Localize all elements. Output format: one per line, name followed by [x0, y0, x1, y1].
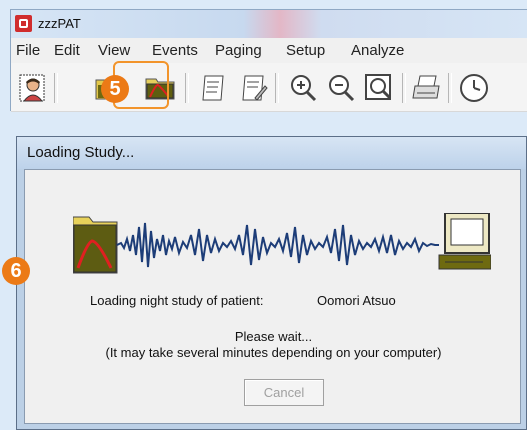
loading-study-dialog: Loading Study... Loading night study of … [16, 136, 527, 430]
toolbar-separator [275, 73, 279, 103]
signal-waveform [116, 222, 439, 268]
toolbar-separator [185, 73, 189, 103]
please-wait-text: Please wait... [234, 329, 313, 344]
dialog-body: Loading night study of patient: Oomori A… [24, 169, 521, 424]
report-icon[interactable] [197, 72, 229, 104]
dialog-title: Loading Study... [27, 144, 135, 161]
menu-bar: File Edit View Events Paging Setup Analy… [11, 38, 527, 63]
computer-icon [438, 213, 491, 270]
report-edit-icon[interactable] [237, 72, 269, 104]
clock-icon[interactable] [458, 72, 490, 104]
menu-view[interactable]: View [98, 42, 130, 59]
study-folder-icon [73, 216, 118, 274]
zoom-out-icon[interactable] [325, 72, 357, 104]
toolbar-separator [54, 73, 58, 103]
toolbar [11, 63, 527, 112]
print-icon[interactable] [411, 72, 443, 104]
wait-duration-note: (It may take several minutes depending o… [105, 345, 442, 360]
app-title-bar: zzzPAT [11, 10, 527, 38]
toolbar-separator [402, 73, 406, 103]
dialog-title-bar: Loading Study... [17, 137, 526, 169]
transfer-animation [73, 213, 491, 274]
patient-name: Oomori Atsuo [317, 293, 396, 308]
app-logo-icon [15, 15, 32, 32]
app-window: zzzPAT File Edit View Events Paging Setu… [10, 9, 527, 112]
app-title: zzzPAT [38, 16, 81, 31]
menu-analyze[interactable]: Analyze [351, 42, 404, 59]
patient-icon[interactable] [17, 72, 49, 104]
menu-events[interactable]: Events [152, 42, 198, 59]
step-6-badge: 6 [2, 257, 30, 285]
step-5-badge: 5 [101, 75, 129, 103]
toolbar-separator [448, 73, 452, 103]
menu-paging[interactable]: Paging [215, 42, 262, 59]
menu-edit[interactable]: Edit [54, 42, 80, 59]
zoom-in-icon[interactable] [287, 72, 319, 104]
cancel-button[interactable]: Cancel [244, 379, 324, 406]
menu-file[interactable]: File [16, 42, 40, 59]
loading-label: Loading night study of patient: [90, 293, 264, 308]
zoom-fit-icon[interactable] [363, 72, 395, 104]
menu-setup[interactable]: Setup [286, 42, 325, 59]
